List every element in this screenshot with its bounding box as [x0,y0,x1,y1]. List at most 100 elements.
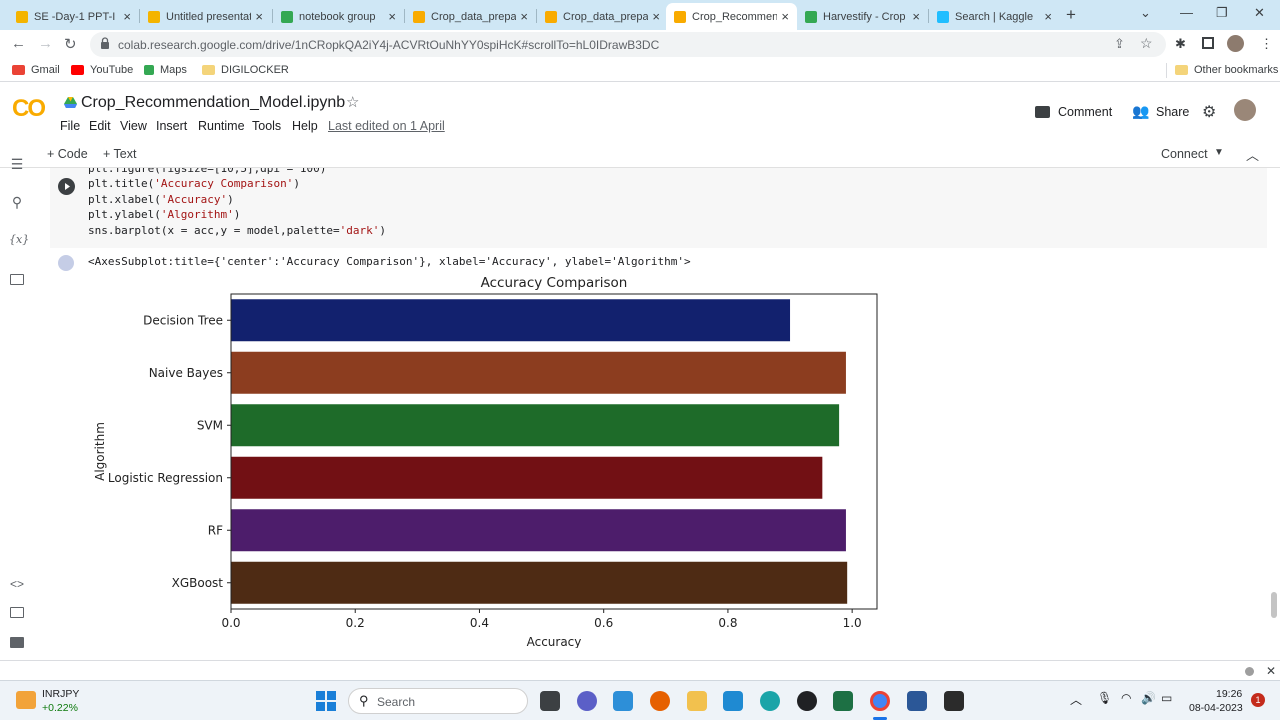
browser-tab[interactable]: notebook group × [273,3,404,30]
tab-close-icon[interactable]: × [520,9,528,24]
settings-gear-icon[interactable]: ⚙ [1202,102,1216,122]
horizontal-scrollbar[interactable]: ✕ [0,660,1280,679]
browser-tab[interactable]: Crop_Recommen × [666,3,797,30]
code-snippets-icon[interactable]: <> [9,577,25,591]
table-of-contents-icon[interactable]: ☰ [9,156,25,173]
menu-view[interactable]: View [120,119,147,133]
vscode-icon[interactable] [723,691,743,711]
word-icon[interactable] [907,691,927,711]
tab-search-icon[interactable]: ⌄ [1140,5,1151,21]
variables-icon[interactable]: {x} [9,233,29,246]
edge-icon[interactable] [760,691,780,711]
other-bookmarks[interactable]: Other bookmarks [1175,64,1278,76]
chart-bar [231,404,840,447]
tab-close-icon[interactable]: × [123,9,131,24]
search-icon[interactable]: ⚲ [9,194,25,211]
tab-close-icon[interactable]: × [781,9,789,24]
bookmark-gmail[interactable]: Gmail [12,64,60,76]
menu-runtime[interactable]: Runtime [198,119,245,133]
clock-time[interactable]: 19:26 [1216,688,1242,700]
wifi-icon[interactable]: ◠ [1121,691,1131,705]
share-button[interactable]: Share [1156,105,1189,119]
browser-tab[interactable]: Crop_data_prepar × [405,3,536,30]
star-icon[interactable]: ☆ [346,93,359,111]
minimize-icon[interactable]: — [1180,5,1193,20]
github-desktop-icon[interactable] [797,691,817,711]
tab-close-icon[interactable]: × [652,9,660,24]
file-explorer-icon[interactable] [687,691,707,711]
chrome-icon[interactable] [870,691,890,711]
taskbar-search-box[interactable]: ⚲ Search [348,688,528,714]
windows-start-icon[interactable] [316,691,336,711]
code-string: 'Algorithm' [160,208,234,221]
vertical-scrollbar-thumb[interactable] [1271,592,1277,618]
collapse-chevron-icon[interactable]: ︿ [1246,145,1259,164]
firefox-icon[interactable] [650,691,670,711]
task-view-icon[interactable] [540,691,560,711]
browser-menu-icon[interactable]: ⋮ [1260,36,1273,52]
output-icon[interactable] [58,255,74,271]
add-text-button[interactable]: + Text [103,147,136,161]
command-palette-icon[interactable] [10,607,24,618]
extensions-icon[interactable]: ✱ [1175,36,1186,52]
terminal-icon[interactable] [10,637,24,648]
battery-icon[interactable]: ▭ [1161,691,1172,705]
tab-close-icon[interactable]: × [912,9,920,24]
restore-icon[interactable]: ❐ [1216,5,1228,21]
tab-close-icon[interactable]: × [255,9,263,24]
profile-avatar[interactable] [1227,35,1244,52]
add-code-button[interactable]: + Code [47,147,88,161]
bookmark-youtube[interactable]: YouTube [71,64,133,76]
connect-button[interactable]: Connect [1161,147,1208,161]
menu-help[interactable]: Help [292,119,318,133]
menu-tools[interactable]: Tools [252,119,281,133]
run-cell-button[interactable] [58,178,75,195]
user-avatar[interactable] [1234,99,1256,121]
tab-favicon-icon [16,10,28,23]
notebook-title[interactable]: Crop_Recommendation_Model.ipynb [81,94,345,112]
excel-icon[interactable] [833,691,853,711]
forward-icon[interactable]: → [38,35,53,52]
menu-file[interactable]: File [60,119,80,133]
teams-chat-icon[interactable] [577,691,597,711]
menu-edit[interactable]: Edit [89,119,111,133]
last-edited-link[interactable]: Last edited on 1 April [328,119,445,133]
browser-tab[interactable]: Untitled presentat × [140,3,271,30]
desktop-app-icon[interactable] [613,691,633,711]
colab-logo[interactable]: CO [12,95,46,123]
browser-tab[interactable]: Crop_data_prepar × [537,3,668,30]
clock-date[interactable]: 08-04-2023 [1189,702,1243,714]
bookmark-maps[interactable]: Maps [144,64,187,76]
reload-icon[interactable]: ↻ [64,35,77,53]
files-folder-icon[interactable] [10,274,24,285]
microphone-icon[interactable]: 🎙 [1097,691,1112,705]
menu-insert[interactable]: Insert [156,119,187,133]
side-panel-icon[interactable] [1202,37,1214,49]
bookmark-star-icon[interactable]: ☆ [1140,35,1153,52]
browser-tab[interactable]: Search | Kaggle × [929,3,1060,30]
bookmark-digilocker[interactable]: DIGILOCKER [202,64,289,76]
stock-widget-icon[interactable] [16,691,36,709]
share-page-icon[interactable]: ⇪ [1114,36,1125,52]
tray-chevron-icon[interactable]: ︿ [1070,691,1082,708]
tab-favicon-icon [937,10,949,23]
browser-tab[interactable]: SE -Day-1 PPT-I P × [8,3,139,30]
code-line: sns.barplot(x = acc,y = model,palette='d… [88,224,387,237]
y-tick-label: Logistic Regression [108,471,223,485]
volume-icon[interactable]: 🔊 [1141,691,1156,705]
maps-icon [144,65,154,75]
tab-label: Harvestify - Crop [823,10,906,23]
back-icon[interactable]: ← [11,35,26,52]
new-tab-button[interactable]: + [1066,5,1076,25]
address-bar[interactable]: colab.research.google.com/drive/1nCRopkQ… [90,32,1166,57]
terminal-app-icon[interactable] [944,691,964,711]
connect-dropdown-icon[interactable]: ▼ [1214,147,1224,158]
notification-badge[interactable]: 1 [1251,693,1265,707]
browser-tab[interactable]: Harvestify - Crop × [797,3,928,30]
tab-close-icon[interactable]: × [388,9,396,24]
close-panel-icon[interactable]: ✕ [1266,664,1276,678]
tab-label: Untitled presentat [166,10,252,23]
close-window-icon[interactable]: ✕ [1254,5,1265,21]
tab-close-icon[interactable]: × [1044,9,1052,24]
comment-button[interactable]: Comment [1058,105,1112,119]
